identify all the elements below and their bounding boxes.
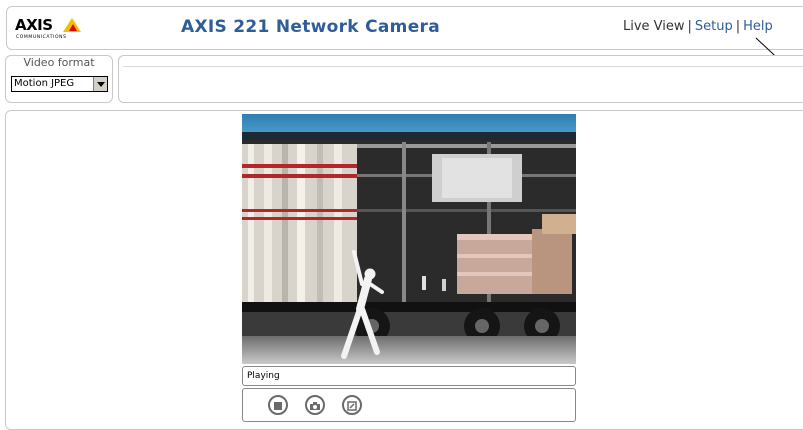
page-title: AXIS 221 Network Camera	[181, 17, 440, 37]
header-bar: AXIS COMMUNICATIONS AXIS 221 Network Cam…	[6, 6, 803, 50]
dropdown-arrow-icon[interactable]	[93, 77, 107, 91]
player-status-text: Playing	[247, 371, 280, 381]
video-format-value: Motion JPEG	[14, 78, 75, 89]
stop-icon	[273, 396, 283, 415]
snapshot-icon	[309, 396, 321, 415]
logo-subtext: COMMUNICATIONS	[16, 35, 67, 40]
divider	[123, 66, 803, 67]
main-panel: Playing	[5, 110, 803, 430]
video-format-label: Video format	[23, 56, 95, 69]
live-video-image[interactable]	[242, 114, 576, 364]
nav-setup-link[interactable]: Setup	[695, 19, 733, 34]
video-format-panel: Video format Motion JPEG	[5, 55, 113, 103]
nav-help-link[interactable]: Help	[743, 19, 773, 34]
snapshot-button[interactable]	[305, 395, 325, 415]
player-controls	[242, 388, 576, 422]
player-status-bar: Playing	[242, 366, 576, 386]
logo-triangle-accent-icon	[69, 24, 77, 31]
logo-text: AXIS	[15, 16, 53, 34]
nav-separator: |	[687, 19, 692, 34]
view-full-image-button[interactable]	[342, 395, 362, 415]
info-panel	[118, 55, 803, 103]
nav-live-view[interactable]: Live View	[623, 19, 685, 34]
nav-separator: |	[735, 19, 741, 34]
top-nav: Live View | Setup | Help	[623, 19, 773, 34]
view-full-image-icon	[347, 396, 357, 415]
stop-button[interactable]	[268, 395, 288, 415]
video-frame-picture	[242, 114, 576, 364]
video-format-select[interactable]: Motion JPEG	[11, 76, 108, 92]
axis-logo[interactable]: AXIS COMMUNICATIONS	[15, 16, 95, 44]
